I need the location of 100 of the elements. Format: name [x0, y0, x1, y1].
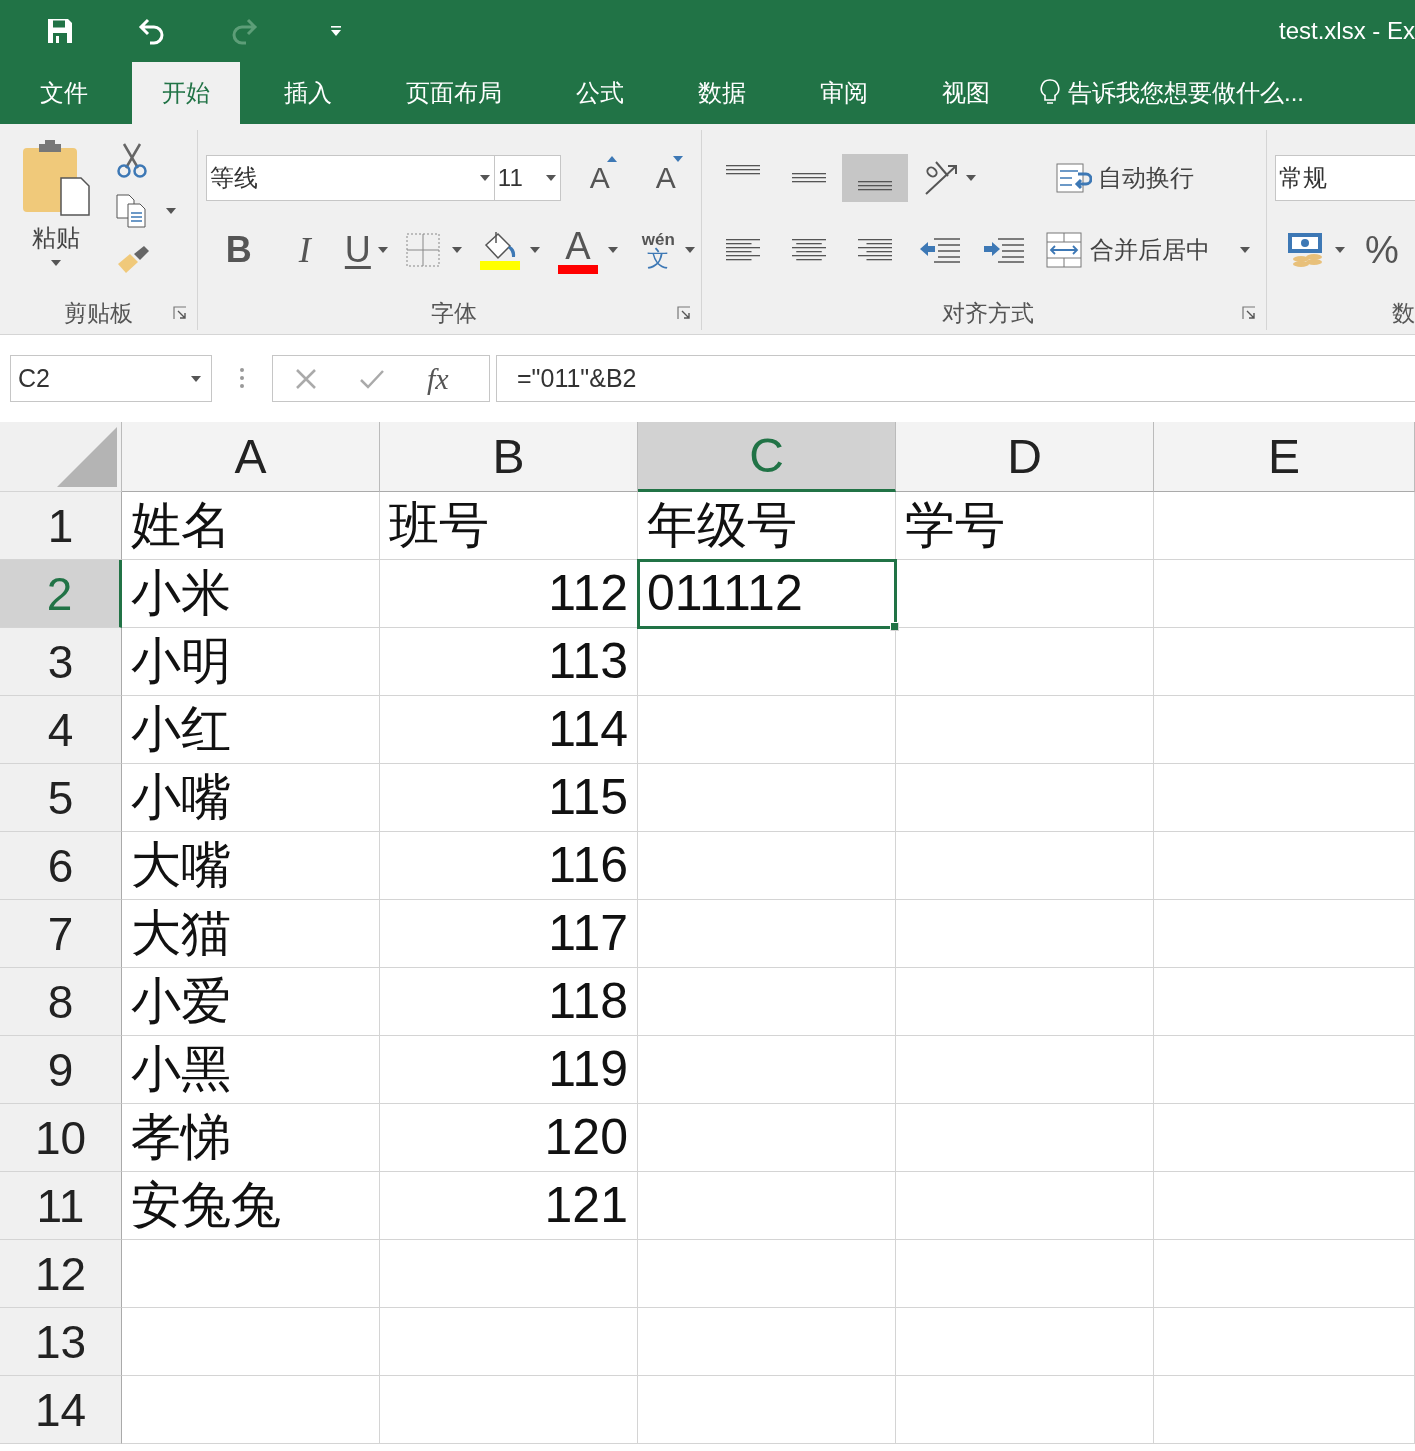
caret-icon[interactable] — [966, 175, 977, 181]
table-cell: 小红 — [122, 696, 380, 764]
row-header[interactable]: 5 — [0, 764, 122, 832]
ribbon-tab[interactable]: 公式 — [546, 62, 654, 124]
row-header[interactable]: 7 — [0, 900, 122, 968]
ribbon-tab[interactable]: 数据 — [668, 62, 776, 124]
caret-icon[interactable] — [529, 247, 540, 253]
wrap-text-icon — [1056, 162, 1093, 194]
caret-icon[interactable] — [545, 175, 556, 181]
underline-button[interactable]: U — [337, 226, 378, 274]
group-label: 对齐方式 — [942, 298, 1035, 328]
italic-button[interactable]: I — [271, 226, 338, 274]
row-header[interactable]: 11 — [0, 1172, 122, 1240]
table-cell: 114 — [380, 696, 638, 764]
ribbon-tab[interactable]: 开始 — [132, 62, 240, 124]
row-header[interactable]: 12 — [0, 1240, 122, 1308]
row-header[interactable]: 6 — [0, 832, 122, 900]
customize-menu-icon[interactable] — [330, 26, 342, 36]
percent-button[interactable]: % — [1365, 226, 1399, 274]
pinyin-label[interactable]: wén — [641, 230, 675, 248]
group-label: 剪贴板 — [63, 298, 133, 328]
wrap-text-button[interactable]: 自动换行 — [1056, 154, 1195, 202]
caret-icon[interactable] — [684, 247, 695, 253]
caret-icon[interactable] — [451, 247, 462, 253]
ribbon-tab[interactable]: 文件 — [10, 62, 118, 124]
caret-icon[interactable] — [1335, 247, 1345, 253]
row-header[interactable]: 3 — [0, 628, 122, 696]
ribbon-tab[interactable]: 插入 — [254, 62, 362, 124]
table-cell: 小明 — [122, 628, 380, 696]
dialog-launcher-icon[interactable] — [172, 306, 187, 320]
table-cell: 113 — [380, 628, 638, 696]
table-cell: 121 — [380, 1172, 638, 1240]
middle-align-icon — [792, 173, 827, 183]
bold-button[interactable]: B — [205, 226, 272, 274]
caret-icon[interactable] — [377, 247, 388, 253]
table-cell: 小爱 — [122, 968, 380, 1036]
save-icon[interactable] — [47, 18, 73, 44]
row-header[interactable]: 4 — [0, 696, 122, 764]
dialog-launcher-icon[interactable] — [677, 306, 692, 320]
table-cell: 孝悌 — [122, 1104, 380, 1172]
align-button[interactable] — [842, 154, 909, 202]
undo-icon[interactable] — [138, 17, 166, 45]
table-cell: 小嘴 — [122, 764, 380, 832]
insert-function-button[interactable]: fx — [427, 361, 449, 396]
align-center-icon — [792, 239, 827, 261]
clipboard-icon — [21, 140, 91, 216]
caret-icon[interactable] — [191, 375, 201, 382]
currency-icon[interactable] — [1287, 231, 1325, 269]
group-label: 数 — [1392, 298, 1415, 328]
font-name-field[interactable]: 等线 — [205, 155, 495, 201]
number-format-field[interactable]: 常规 — [1275, 155, 1415, 201]
caret-icon[interactable] — [166, 208, 176, 214]
row-header[interactable]: 13 — [0, 1308, 122, 1376]
dialog-launcher-icon[interactable] — [1242, 306, 1256, 320]
active-cell[interactable]: 011112 — [638, 560, 896, 628]
row-header[interactable]: 14 — [0, 1376, 122, 1444]
caret-icon[interactable] — [607, 247, 618, 253]
row-header[interactable]: 10 — [0, 1104, 122, 1172]
column-header[interactable]: D — [896, 422, 1154, 492]
caret-icon[interactable] — [51, 260, 61, 266]
table-cell: 小黑 — [122, 1036, 380, 1104]
lightbulb-icon[interactable] — [1040, 79, 1060, 107]
ribbon-tab[interactable]: 页面布局 — [376, 62, 532, 124]
table-cell: 小米 — [122, 560, 380, 628]
shrink-font-button[interactable]: A — [648, 154, 683, 202]
phonetic-glyph[interactable]: 文 — [647, 247, 670, 270]
caret-icon[interactable] — [479, 175, 490, 181]
table-cell: 112 — [380, 560, 638, 628]
caret-icon[interactable] — [1240, 247, 1251, 253]
merge-center-button[interactable]: 合并后居中 — [1046, 226, 1251, 274]
row-header[interactable]: 2 — [0, 560, 122, 628]
column-header[interactable]: E — [1154, 422, 1415, 492]
table-cell: 学号 — [896, 492, 1154, 560]
grow-font-button[interactable]: A — [582, 154, 617, 202]
fill-handle[interactable] — [890, 622, 899, 631]
row-header[interactable]: 9 — [0, 1036, 122, 1104]
column-header[interactable]: C — [638, 422, 896, 492]
copy-icon[interactable] — [116, 194, 148, 228]
row-header[interactable]: 8 — [0, 968, 122, 1036]
column-header[interactable]: B — [380, 422, 638, 492]
font-size-field[interactable]: 11 — [494, 155, 561, 201]
tell-me-field[interactable]: 告诉我您想要做什么... — [1068, 77, 1304, 109]
cut-icon[interactable] — [116, 142, 148, 178]
table-cell: 大嘴 — [122, 832, 380, 900]
increase-indent-icon[interactable] — [984, 237, 1025, 263]
font-color-button[interactable]: A — [565, 226, 591, 265]
format-painter-icon[interactable] — [116, 244, 150, 274]
formula-field[interactable]: ="011"&B2 — [496, 355, 1415, 402]
drag-handle-icon[interactable] — [240, 367, 244, 389]
table-cell: 119 — [380, 1036, 638, 1104]
ribbon-tab[interactable]: 审阅 — [790, 62, 898, 124]
column-header[interactable]: A — [122, 422, 380, 492]
row-header[interactable]: 1 — [0, 492, 122, 560]
name-box[interactable]: C2 — [10, 355, 212, 402]
ribbon-tab[interactable]: 视图 — [912, 62, 1020, 124]
table-cell: 117 — [380, 900, 638, 968]
decrease-indent-icon[interactable] — [920, 237, 961, 263]
triangle-icon — [606, 156, 617, 162]
paste-button[interactable]: 粘贴 — [14, 140, 98, 296]
table-cell: 115 — [380, 764, 638, 832]
